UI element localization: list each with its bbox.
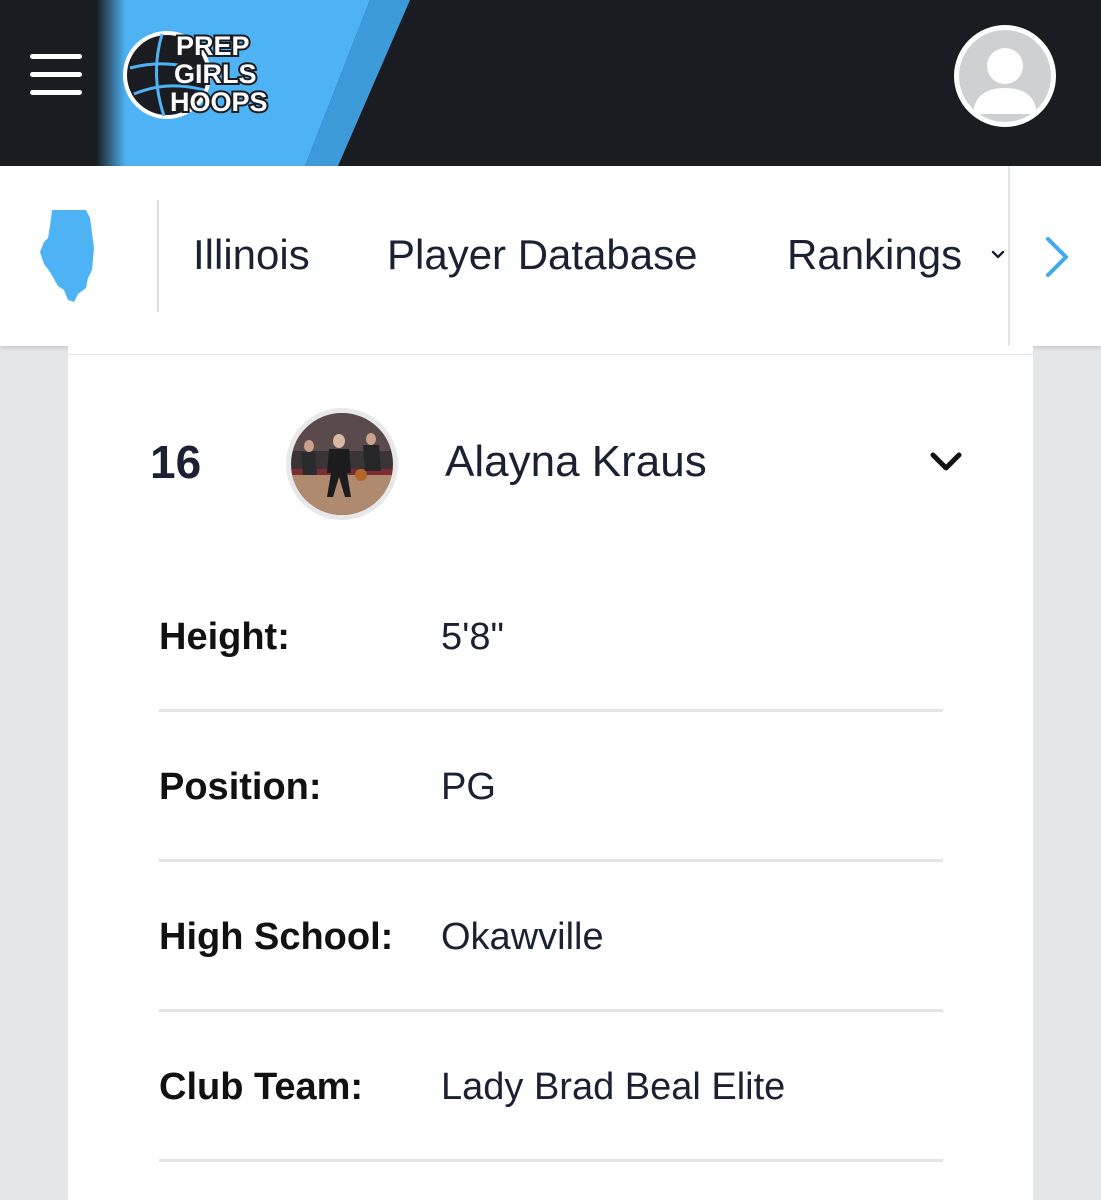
chevron-right-icon [1046, 237, 1068, 277]
nav-item-illinois[interactable]: Illinois [193, 226, 310, 284]
top-header: PREP GIRLS HOOPS [0, 0, 1101, 166]
player-rank: 16 [150, 436, 202, 488]
detail-row-high-school: High School: Okawville [159, 862, 943, 1012]
logo-word-hoops: HOOPS [170, 87, 268, 117]
detail-label: Position: [159, 766, 322, 808]
detail-value: Okawville [441, 916, 604, 958]
player-card: 16 Alayna Kraus Height: 5'8" Position: P… [68, 346, 1033, 1200]
prep-girls-hoops-logo[interactable]: PREP GIRLS HOOPS [122, 28, 294, 122]
detail-label: High School: [159, 916, 394, 958]
chevron-down-icon[interactable] [928, 450, 964, 474]
player-photo-image [291, 413, 393, 515]
detail-row-height: Height: 5'8" [159, 562, 943, 712]
state-nav-bar: Illinois Player Database Rankings [0, 166, 1101, 346]
logo-word-girls: GIRLS [174, 59, 257, 89]
user-silhouette-icon [973, 48, 1037, 114]
detail-label: Club Team: [159, 1066, 364, 1108]
nav-divider [157, 200, 159, 312]
detail-value: 5'8" [441, 616, 505, 658]
chevron-down-icon[interactable] [991, 250, 1005, 260]
hamburger-icon[interactable] [30, 54, 82, 96]
nav-item-player-database[interactable]: Player Database [387, 226, 698, 284]
logo-word-prep: PREP [176, 31, 250, 61]
nav-scroll-right-button[interactable] [1008, 166, 1101, 346]
illinois-state-icon[interactable] [38, 208, 98, 304]
card-divider [68, 354, 1033, 355]
detail-value: PG [441, 766, 496, 808]
detail-row-club-team: Club Team: Lady Brad Beal Elite [159, 1012, 943, 1162]
user-avatar-icon[interactable] [954, 25, 1056, 127]
nav-item-rankings[interactable]: Rankings [787, 226, 962, 284]
detail-row-position: Position: PG [159, 712, 943, 862]
player-photo[interactable] [286, 408, 398, 520]
detail-label: Height: [159, 616, 290, 658]
player-name[interactable]: Alayna Kraus [445, 436, 707, 488]
detail-value: Lady Brad Beal Elite [441, 1066, 786, 1108]
